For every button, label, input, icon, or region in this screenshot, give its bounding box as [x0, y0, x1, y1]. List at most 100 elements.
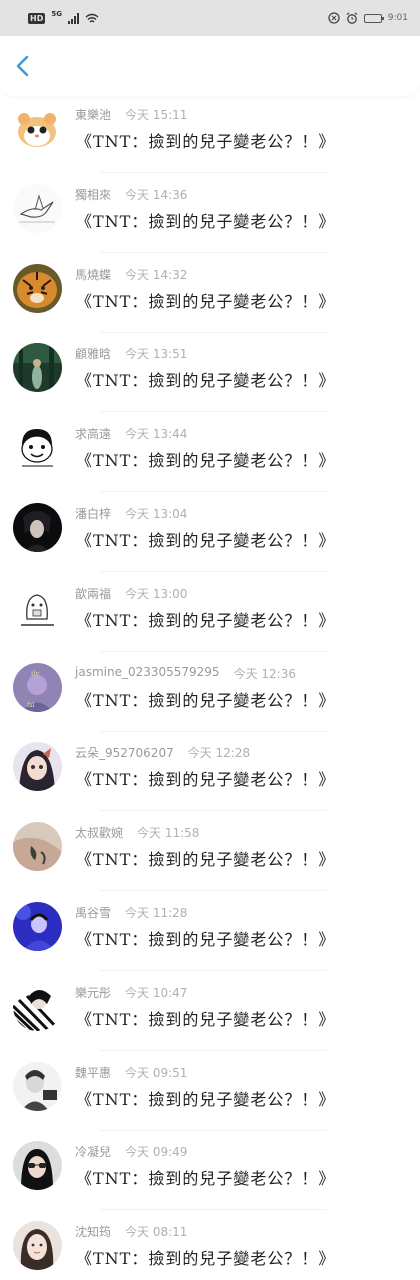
divider [100, 1129, 326, 1131]
avatar[interactable] [13, 263, 62, 313]
list-item[interactable]: ily fxl jasmine_023305579295 今天 12:36 《TNT：撿… [0, 655, 420, 735]
list-item[interactable]: 樂元彤 今天 10:47 《TNT：撿到的兒子變老公？！》 [0, 974, 420, 1054]
avatar[interactable] [13, 901, 62, 951]
comment-text[interactable]: 《TNT：撿到的兒子變老公？！》 [76, 208, 335, 232]
user-name[interactable]: jasmine_023305579295 [75, 665, 220, 682]
comment-text[interactable]: 《TNT：撿到的兒子變老公？！》 [76, 447, 335, 471]
divider [100, 570, 326, 572]
item-meta: 顧雅晗 今天 13:51 [75, 345, 187, 362]
comment-text[interactable]: 《TNT：撿到的兒子變老公？！》 [76, 607, 335, 631]
status-bar: HD 5G 9:01 [0, 0, 420, 36]
comment-text[interactable]: 《TNT：撿到的兒子變老公？！》 [76, 1245, 335, 1269]
list-item[interactable]: 云朵_952706207 今天 12:28 《TNT：撿到的兒子變老公？！》 [0, 734, 420, 814]
comment-text[interactable]: 《TNT：撿到的兒子變老公？！》 [76, 527, 335, 551]
comment-text[interactable]: 《TNT：撿到的兒子變老公？！》 [76, 1165, 335, 1189]
divider [100, 810, 326, 812]
comment-text[interactable]: 《TNT：撿到的兒子變老公？！》 [76, 128, 335, 152]
item-meta: jasmine_023305579295 今天 12:36 [75, 665, 296, 682]
avatar[interactable] [13, 822, 62, 872]
avatar[interactable] [13, 742, 62, 792]
list-item[interactable]: 冷凝兒 今天 09:49 《TNT：撿到的兒子變老公？！》 [0, 1133, 420, 1213]
user-name[interactable]: 歆兩福 [75, 585, 111, 602]
timestamp: 今天 12:36 [233, 666, 296, 681]
timestamp: 今天 15:11 [125, 108, 188, 122]
list-item[interactable]: 求高遠 今天 13:44 《TNT：撿到的兒子變老公？！》 [0, 415, 420, 495]
avatar[interactable] [13, 183, 62, 233]
list-item[interactable]: 獨相來 今天 14:36 《TNT：撿到的兒子變老公？！》 [0, 176, 420, 256]
avatar[interactable] [13, 981, 62, 1031]
list-item[interactable]: 太叔歡婉 今天 11:58 《TNT：撿到的兒子變老公？！》 [0, 814, 420, 894]
status-left: HD 5G [28, 10, 99, 24]
timestamp: 今天 13:00 [125, 586, 188, 601]
timestamp: 今天 11:58 [137, 826, 200, 841]
comment-text[interactable]: 《TNT：撿到的兒子變老公？！》 [76, 926, 335, 950]
avatar[interactable] [13, 104, 62, 153]
divider [100, 730, 326, 732]
list-item[interactable]: 潘白梓 今天 13:04 《TNT：撿到的兒子變老公？！》 [0, 495, 420, 575]
comment-text[interactable]: 《TNT：撿到的兒子變老公？！》 [76, 367, 335, 391]
signal-icon [67, 12, 79, 24]
status-clock: 9:01 [387, 13, 408, 23]
list-item[interactable]: 歆兩福 今天 13:00 《TNT：撿到的兒子變老公？！》 [0, 575, 420, 655]
item-meta: 太叔歡婉 今天 11:58 [75, 824, 199, 841]
user-name[interactable]: 顧雅晗 [75, 345, 111, 362]
comment-feed: 東樂池 今天 15:11 《TNT：撿到的兒子變老公？！》 獨相來 今天 14:36 《T… [0, 96, 420, 1280]
item-meta: 冷凝兒 今天 09:49 [75, 1143, 187, 1160]
chevron-left-icon [16, 55, 29, 77]
timestamp: 今天 09:51 [125, 1065, 188, 1080]
divider [100, 650, 326, 652]
avatar[interactable] [13, 502, 62, 552]
avatar[interactable] [13, 1141, 62, 1191]
comment-text[interactable]: 《TNT：撿到的兒子變老公？！》 [76, 288, 335, 312]
user-name[interactable]: 獨相來 [75, 186, 111, 203]
user-name[interactable]: 太叔歡婉 [75, 824, 123, 841]
user-name[interactable]: 魏平惠 [75, 1064, 111, 1081]
list-item[interactable]: 馬燒蝶 今天 14:32 《TNT：撿到的兒子變老公？！》 [0, 256, 420, 336]
battery-icon [363, 13, 384, 23]
list-item[interactable]: 魏平惠 今天 09:51 《TNT：撿到的兒子變老公？！》 [0, 1054, 420, 1134]
list-item[interactable]: 顧雅晗 今天 13:51 《TNT：撿到的兒子變老公？！》 [0, 335, 420, 415]
avatar[interactable] [13, 1061, 62, 1111]
user-name[interactable]: 冷凝兒 [75, 1143, 111, 1160]
avatar[interactable] [13, 423, 62, 473]
user-name[interactable]: 求高遠 [75, 425, 111, 442]
hd-badge: HD [28, 12, 46, 24]
item-meta: 魏平惠 今天 09:51 [75, 1064, 187, 1081]
timestamp: 今天 12:28 [187, 746, 251, 761]
comment-text[interactable]: 《TNT：撿到的兒子變老公？！》 [76, 687, 335, 711]
back-button[interactable] [10, 52, 36, 80]
user-name[interactable]: 東樂池 [75, 106, 111, 123]
timestamp: 今天 09:49 [125, 1145, 188, 1160]
item-meta: 潘白梓 今天 13:04 [75, 505, 187, 522]
user-name[interactable]: 云朵_952706207 [75, 744, 174, 761]
timestamp: 今天 14:36 [125, 187, 188, 202]
avatar[interactable] [13, 343, 62, 393]
svg-text:ily: ily [31, 670, 39, 678]
timestamp: 今天 11:28 [125, 905, 188, 920]
comment-text[interactable]: 《TNT：撿到的兒子變老公？！》 [76, 1006, 335, 1030]
user-name[interactable]: 禹谷雪 [75, 904, 111, 921]
list-item[interactable]: 沈知筠 今天 08:11 《TNT：撿到的兒子變老公？！》 [0, 1213, 420, 1280]
user-name[interactable]: 樂元彤 [75, 984, 111, 1001]
item-meta: 沈知筠 今天 08:11 [75, 1223, 187, 1240]
comment-text[interactable]: 《TNT：撿到的兒子變老公？！》 [76, 766, 335, 790]
divider [100, 172, 326, 173]
timestamp: 今天 13:51 [125, 347, 188, 362]
timestamp: 今天 10:47 [125, 985, 188, 1000]
comment-text[interactable]: 《TNT：撿到的兒子變老公？！》 [76, 1086, 335, 1110]
timestamp: 今天 08:11 [125, 1225, 188, 1240]
timestamp: 今天 14:32 [125, 267, 188, 282]
list-item[interactable]: 東樂池 今天 15:11 《TNT：撿到的兒子變老公？！》 [0, 96, 420, 176]
avatar[interactable]: ily fxl [13, 662, 62, 712]
user-name[interactable]: 潘白梓 [75, 505, 111, 522]
user-name[interactable]: 沈知筠 [75, 1223, 111, 1240]
item-meta: 獨相來 今天 14:36 [75, 186, 187, 203]
user-name[interactable]: 馬燒蝶 [75, 266, 111, 283]
divider [100, 331, 326, 333]
comment-text[interactable]: 《TNT：撿到的兒子變老公？！》 [76, 846, 335, 870]
divider [100, 411, 326, 413]
avatar[interactable] [13, 1221, 62, 1271]
list-item[interactable]: 禹谷雪 今天 11:28 《TNT：撿到的兒子變老公？！》 [0, 894, 420, 974]
avatar[interactable] [13, 582, 62, 632]
divider [100, 491, 326, 493]
